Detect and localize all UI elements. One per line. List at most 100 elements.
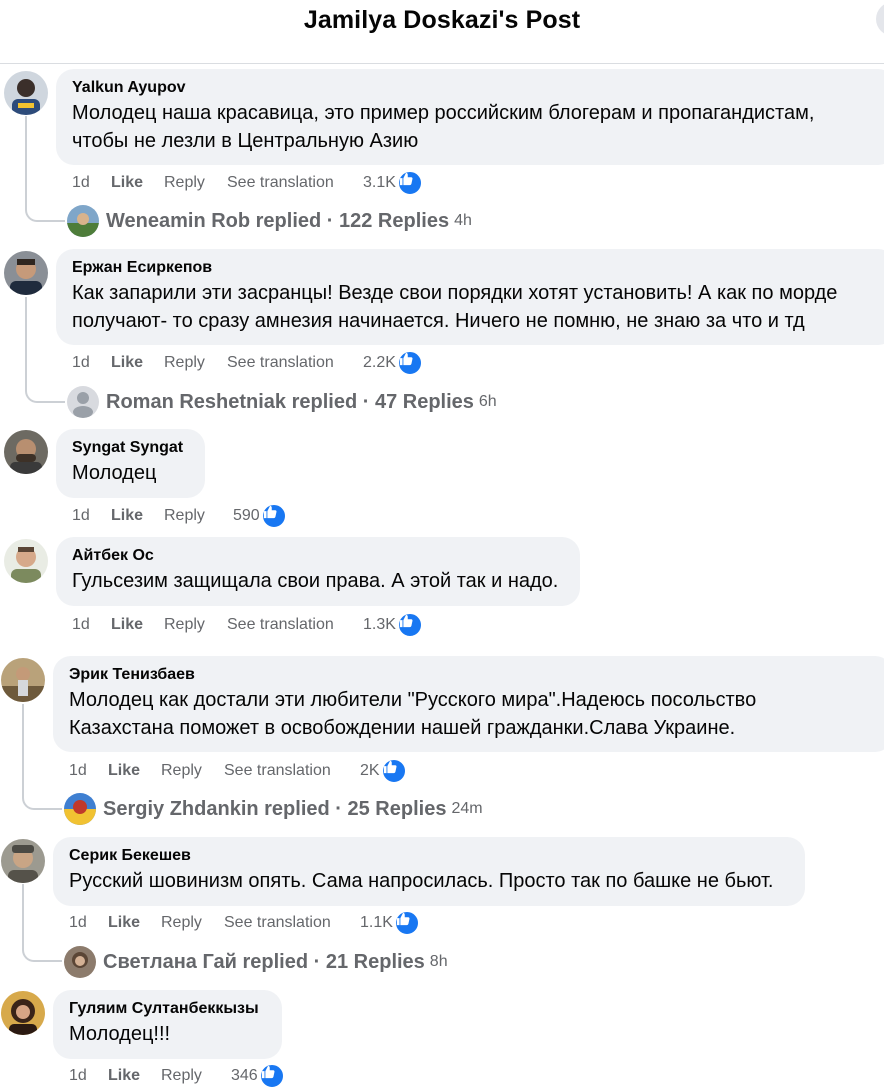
like-reaction-icon[interactable]	[380, 758, 407, 784]
view-replies-link[interactable]: Weneamin Rob replied · 122 Replies 4h	[67, 204, 472, 238]
comment-actions: 1d Like Reply See translation 1.1K	[69, 910, 420, 936]
avatar[interactable]	[4, 71, 48, 115]
like-button[interactable]: Like	[108, 762, 161, 780]
see-translation-button[interactable]: See translation	[227, 174, 363, 192]
comment-text: Молодец	[72, 459, 189, 487]
comment-line: Молодец!!!	[69, 1023, 171, 1045]
comment-bubble: Ержан Есиркепов Как запарили эти засранц…	[56, 249, 884, 345]
comment-text: Молодец как достали эти любители "Русско…	[69, 686, 877, 742]
comment-line: Молодец наша красавица, это пример росси…	[72, 102, 815, 124]
thread-line	[25, 116, 27, 206]
like-button[interactable]: Like	[111, 354, 164, 372]
like-reaction-icon[interactable]	[260, 503, 287, 529]
comment-actions: 1d Like Reply 346	[69, 1063, 285, 1088]
replies-summary[interactable]: Roman Reshetniak replied · 47 Replies	[106, 391, 474, 414]
comment-line: Гульсезим защищала свои права. А этой та…	[72, 570, 559, 592]
comment-bubble: Syngat Syngat Молодец	[56, 429, 205, 498]
comment-text: Гульсезим защищала свои права. А этой та…	[72, 567, 564, 595]
page-title: Jamilya Doskazi's Post	[303, 6, 581, 34]
comment-time[interactable]: 1d	[72, 174, 111, 192]
comment-author[interactable]: Гуляим Султанбеккызы	[69, 999, 266, 1019]
reaction-count[interactable]: 3.1K	[363, 174, 396, 192]
comment-text: Молодец!!!	[69, 1020, 266, 1048]
like-button[interactable]: Like	[111, 174, 164, 192]
view-replies-link[interactable]: Roman Reshetniak replied · 47 Replies 6h	[67, 385, 497, 419]
comment-line: Молодец как достали эти любители "Русско…	[69, 689, 757, 711]
replies-time: 8h	[429, 953, 448, 970]
comment-actions: 1d Like Reply 590	[72, 503, 287, 529]
reply-button[interactable]: Reply	[161, 914, 224, 932]
thread-connector	[25, 377, 65, 403]
replies-summary[interactable]: Sergiy Zhdankin replied · 25 Replies	[103, 798, 446, 821]
comment-line: Как запарили эти засранцы! Везде свои по…	[72, 282, 838, 304]
reaction-count[interactable]: 2K	[360, 762, 380, 780]
comment-line: Молодец	[72, 462, 157, 484]
comment-time[interactable]: 1d	[72, 616, 111, 634]
like-reaction-icon[interactable]	[393, 910, 420, 936]
comment-author[interactable]: Айтбек Ос	[72, 546, 564, 566]
reply-avatar	[67, 386, 99, 418]
thread-connector	[22, 784, 62, 810]
thread-line	[25, 297, 27, 387]
reply-button[interactable]: Reply	[164, 354, 227, 372]
reply-button[interactable]: Reply	[164, 507, 233, 525]
comment-time[interactable]: 1d	[69, 1067, 108, 1085]
view-replies-link[interactable]: Светлана Гай replied · 21 Replies 8h	[64, 945, 448, 979]
avatar[interactable]	[4, 251, 48, 295]
like-button[interactable]: Like	[108, 1067, 161, 1085]
comment-bubble: Серик Бекешев Русский шовинизм опять. Са…	[53, 837, 805, 906]
reply-avatar	[67, 205, 99, 237]
reaction-count[interactable]: 346	[231, 1067, 258, 1085]
comment-text: Молодец наша красавица, это пример росси…	[72, 99, 880, 155]
reaction-count[interactable]: 590	[233, 507, 260, 525]
comment-author[interactable]: Эрик Тенизбаев	[69, 665, 877, 685]
replies-summary[interactable]: Светлана Гай replied · 21 Replies	[103, 951, 425, 974]
avatar[interactable]	[1, 991, 45, 1035]
see-translation-button[interactable]: See translation	[224, 914, 360, 932]
like-reaction-icon[interactable]	[396, 350, 423, 376]
comment-author[interactable]: Yalkun Ayupov	[72, 78, 880, 98]
replies-time: 4h	[454, 212, 472, 229]
like-reaction-icon[interactable]	[396, 612, 423, 638]
comment-time[interactable]: 1d	[72, 354, 111, 372]
like-button[interactable]: Like	[108, 914, 161, 932]
view-replies-link[interactable]: Sergiy Zhdankin replied · 25 Replies 24m	[64, 792, 483, 826]
post-header: Jamilya Doskazi's Post	[0, 0, 884, 64]
like-button[interactable]: Like	[111, 616, 164, 634]
reaction-count[interactable]: 2.2K	[363, 354, 396, 372]
comment-actions: 1d Like Reply See translation 3.1K	[72, 170, 423, 196]
replies-time: 24m	[451, 800, 483, 817]
avatar[interactable]	[4, 539, 48, 583]
see-translation-button[interactable]: See translation	[224, 762, 360, 780]
comment-bubble: Эрик Тенизбаев Молодец как достали эти л…	[53, 656, 884, 752]
see-translation-button[interactable]: See translation	[227, 354, 363, 372]
comment-time[interactable]: 1d	[69, 914, 108, 932]
comment-bubble: Гуляим Султанбеккызы Молодец!!!	[53, 990, 282, 1059]
reaction-count[interactable]: 1.3K	[363, 616, 396, 634]
reply-button[interactable]: Reply	[161, 762, 224, 780]
comment-author[interactable]: Серик Бекешев	[69, 846, 789, 866]
avatar[interactable]	[4, 430, 48, 474]
comment-author[interactable]: Syngat Syngat	[72, 438, 189, 458]
reaction-count[interactable]: 1.1K	[360, 914, 393, 932]
reply-button[interactable]: Reply	[164, 174, 227, 192]
comment-time[interactable]: 1d	[69, 762, 108, 780]
comment-author[interactable]: Ержан Есиркепов	[72, 258, 880, 278]
like-reaction-icon[interactable]	[396, 170, 423, 196]
avatar[interactable]	[1, 839, 45, 883]
reply-avatar	[64, 793, 96, 825]
comment-line: получают- то сразу амнезия начинается. Н…	[72, 310, 805, 332]
thread-connector	[25, 196, 65, 222]
replies-time: 6h	[478, 393, 497, 410]
comment-time[interactable]: 1d	[72, 507, 111, 525]
replies-summary[interactable]: Weneamin Rob replied · 122 Replies	[106, 210, 449, 233]
see-translation-button[interactable]: See translation	[227, 616, 363, 634]
comment-text: Как запарили эти засранцы! Везде свои по…	[72, 279, 880, 335]
avatar[interactable]	[1, 658, 45, 702]
reply-button[interactable]: Reply	[161, 1067, 231, 1085]
like-reaction-icon[interactable]	[258, 1063, 285, 1088]
thread-line	[22, 704, 24, 794]
comment-line: чтобы не лезли в Центральную Азию	[72, 130, 419, 152]
like-button[interactable]: Like	[111, 507, 164, 525]
reply-button[interactable]: Reply	[164, 616, 227, 634]
